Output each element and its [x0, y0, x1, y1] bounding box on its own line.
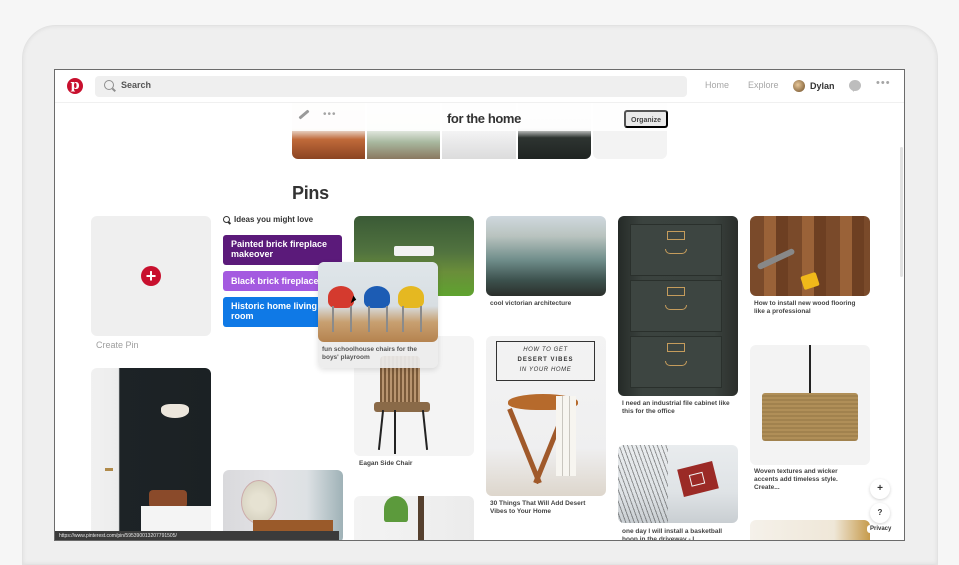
browser-screen: p Search Home Explore Dylan ••• ••• for …: [54, 69, 905, 541]
chair-leg: [394, 410, 396, 454]
nav-explore-link[interactable]: Explore: [748, 80, 779, 90]
add-floating-button[interactable]: +: [870, 479, 890, 499]
skull-decor: [161, 404, 189, 418]
create-pin-label: Create Pin: [96, 340, 139, 350]
door-handle: [105, 468, 113, 471]
pin-basketball-hoop-image[interactable]: [618, 445, 738, 523]
search-icon: [223, 216, 230, 223]
nav-home-link[interactable]: Home: [705, 80, 729, 90]
pin-victorian-image[interactable]: [486, 216, 606, 296]
cabinet-drawer: [630, 224, 722, 276]
chair-leg: [420, 306, 422, 332]
pin-caption: Woven textures and wicker accents add ti…: [754, 468, 838, 491]
chair-leg: [368, 306, 370, 332]
pin-plant-image[interactable]: [354, 496, 474, 540]
red-chair: [328, 286, 354, 308]
pins-heading: Pins: [292, 183, 329, 203]
drawer-label: [667, 287, 685, 296]
add-circle-icon: +: [141, 266, 161, 286]
plant-leaves: [384, 496, 408, 522]
backboard: [677, 461, 719, 497]
pin-caption: cool victorian architecture: [490, 300, 572, 307]
mouse-cursor-icon: [350, 295, 358, 305]
user-name: Dylan: [810, 81, 835, 91]
blue-chair: [364, 286, 390, 308]
desert-title-overlay: HOW TO GET DESERT VIBES IN YOUR HOME: [496, 341, 595, 381]
dragging-pin[interactable]: fun schoolhouse chairs for the boys' pla…: [318, 262, 438, 368]
create-pin-button[interactable]: +: [91, 216, 211, 336]
pin-caption: Eagan Side Chair: [359, 460, 413, 467]
board-title: for the home: [447, 111, 521, 126]
pin-caption: How to install new wood flooring like a …: [754, 300, 856, 315]
cabinet-drawer: [630, 336, 722, 388]
user-profile-link[interactable]: Dylan: [793, 78, 835, 94]
pin-desert-image[interactable]: HOW TO GET DESERT VIBES IN YOUR HOME: [486, 336, 606, 496]
drawer-label: [667, 343, 685, 352]
ideas-heading-text: Ideas you might love: [234, 215, 314, 224]
lamp-shade: [762, 393, 858, 441]
pin-caption: one day I will install a basketball hoop…: [622, 528, 723, 541]
drawer-label: [667, 231, 685, 240]
blanket: [556, 396, 576, 476]
messages-icon[interactable]: [849, 80, 861, 92]
cabinet-drawer: [630, 280, 722, 332]
chair-leg: [377, 410, 385, 450]
dragging-pin-caption: fun schoolhouse chairs for the boys' pla…: [322, 346, 417, 361]
avatar: [793, 80, 805, 92]
search-placeholder: Search: [121, 80, 152, 90]
pin-sunburst-image[interactable]: [750, 520, 870, 540]
pin-cabinet-image[interactable]: [618, 216, 738, 396]
ideas-heading: Ideas you might love: [223, 215, 313, 224]
privacy-link[interactable]: Privacy: [867, 525, 895, 533]
idea-chip[interactable]: Painted brick fireplace makeover: [223, 235, 342, 265]
yellow-chair: [398, 286, 424, 308]
pin-caption: I need an industrial file cabinet like t…: [622, 400, 730, 415]
search-input[interactable]: Search: [95, 76, 687, 97]
drawer-handle: [665, 305, 687, 310]
pin-lamp-image[interactable]: [750, 345, 870, 465]
desert-line-2: DESERT VIBES: [517, 357, 574, 363]
chair-leg: [332, 306, 334, 332]
drawer-handle: [665, 361, 687, 366]
hammer: [756, 247, 796, 271]
chair-leg: [402, 306, 404, 332]
vintage-fan: [241, 480, 277, 524]
desert-line-3: IN YOUR HOME: [519, 367, 572, 373]
dragging-pin-image: [318, 262, 438, 342]
board-header: ••• for the home Organize: [292, 103, 668, 159]
drawer-handle: [665, 249, 687, 254]
organize-button[interactable]: Organize: [624, 110, 668, 128]
board-more-icon[interactable]: •••: [323, 109, 337, 120]
browser-status-url: https://www.pinterest.com/pin/5953900132…: [55, 531, 339, 540]
chair-leg: [421, 410, 429, 450]
pinterest-logo-icon[interactable]: p: [67, 78, 83, 94]
tape-measure: [800, 271, 820, 291]
top-navigation-bar: p Search Home Explore Dylan •••: [55, 70, 904, 103]
search-icon: [104, 80, 114, 90]
pin-entryway-image[interactable]: [91, 368, 211, 540]
page-scrollbar[interactable]: [900, 147, 903, 277]
desert-line-1: HOW TO GET: [523, 347, 568, 353]
pin-flooring-image[interactable]: [750, 216, 870, 296]
lamp-cord: [809, 345, 811, 393]
bare-tree: [618, 445, 668, 523]
chair-leg: [350, 306, 352, 332]
chair-leg: [386, 306, 388, 332]
help-floating-button[interactable]: ?: [870, 503, 890, 523]
more-options-icon[interactable]: •••: [876, 77, 891, 89]
pin-caption: 30 Things That Will Add Desert Vibes to …: [490, 500, 586, 515]
guitar: [418, 496, 424, 540]
